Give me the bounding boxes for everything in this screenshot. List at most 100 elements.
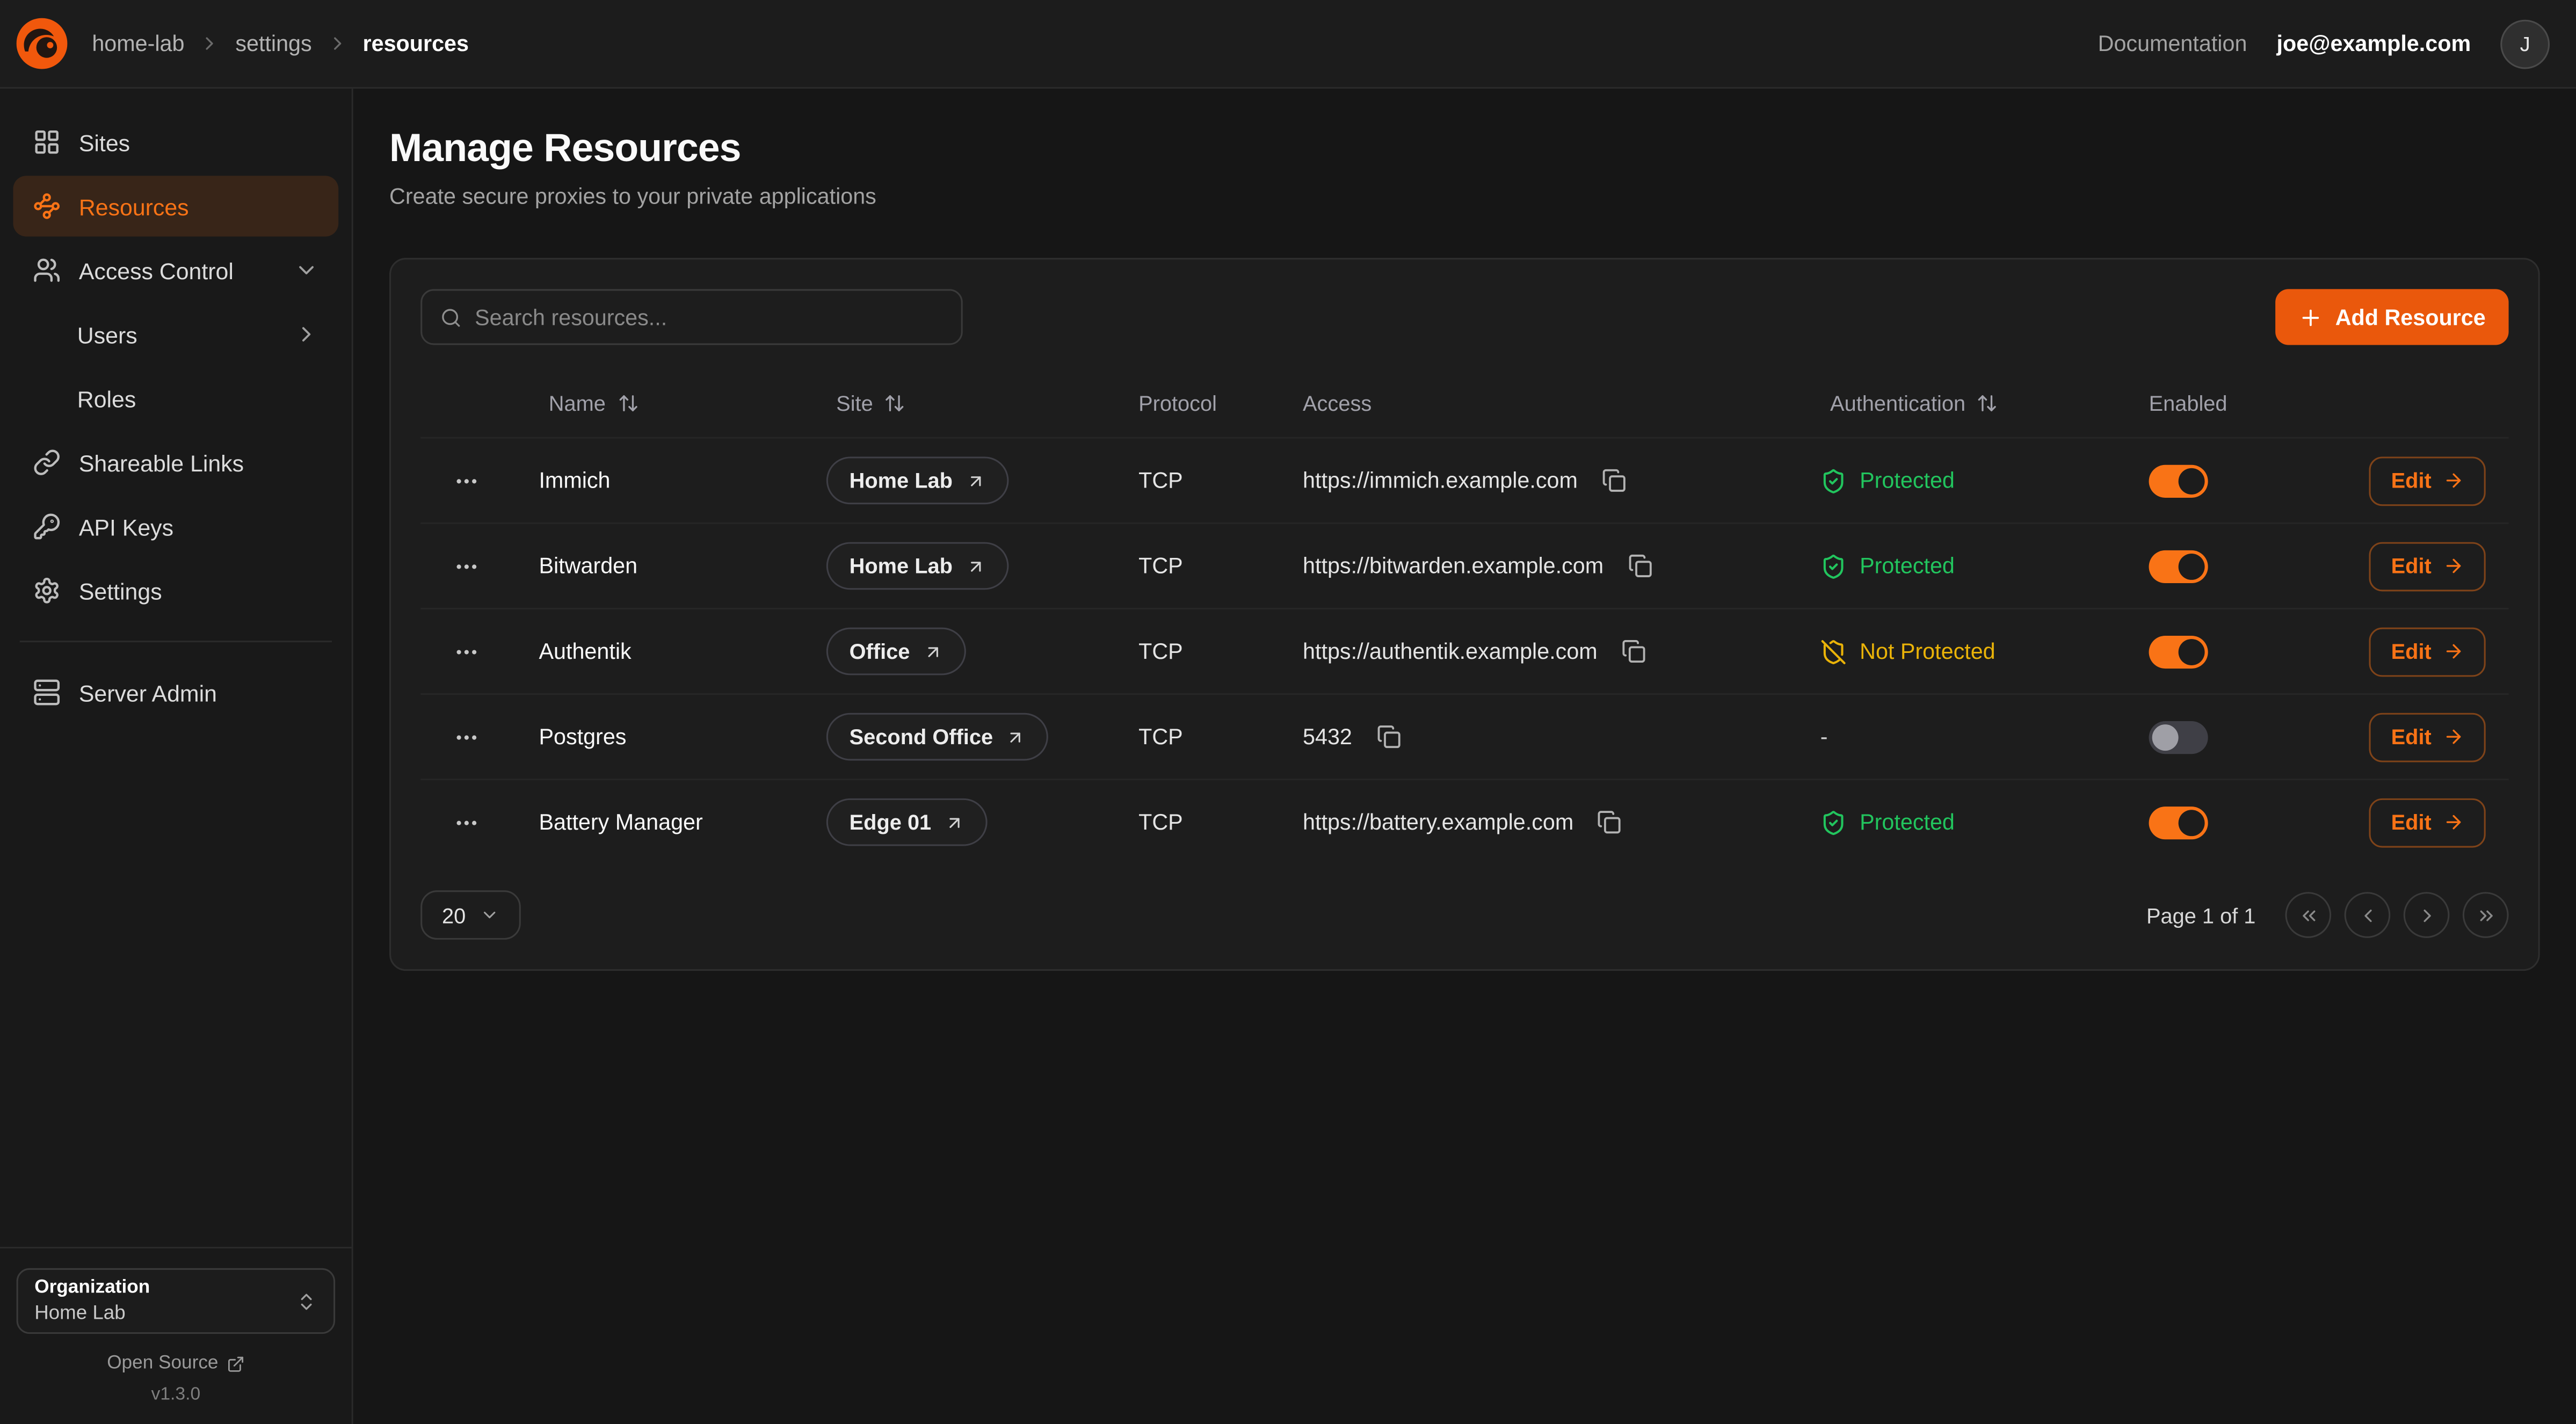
edit-button[interactable]: Edit bbox=[2370, 456, 2486, 505]
auth-status: - bbox=[1794, 724, 2123, 749]
sort-site-button[interactable]: Site bbox=[823, 383, 919, 421]
documentation-link[interactable]: Documentation bbox=[2098, 31, 2247, 56]
table-row: Battery Manager Edge 01 TCP https://batt… bbox=[420, 779, 2508, 864]
enabled-toggle[interactable] bbox=[2149, 806, 2208, 839]
breadcrumb-settings[interactable]: settings bbox=[235, 31, 311, 56]
arrow-right-icon bbox=[2443, 726, 2464, 747]
first-page-button[interactable] bbox=[2285, 892, 2331, 938]
site-link-button[interactable]: Home Lab bbox=[826, 542, 1008, 590]
chevron-right-icon bbox=[2416, 904, 2437, 926]
arrow-up-right-icon bbox=[923, 642, 943, 662]
edit-label: Edit bbox=[2391, 468, 2432, 493]
sidebar-item-label: Roles bbox=[77, 385, 136, 411]
site-name: Home Lab bbox=[850, 468, 953, 493]
site-link-button[interactable]: Home Lab bbox=[826, 456, 1008, 504]
edit-label: Edit bbox=[2391, 639, 2432, 664]
sidebar-item-access-control[interactable]: Access Control bbox=[13, 240, 338, 301]
key-icon bbox=[33, 513, 61, 541]
link-icon bbox=[33, 448, 61, 476]
arrow-right-icon bbox=[2443, 470, 2464, 491]
table-header: Name Site Protocol Access bbox=[420, 368, 2508, 437]
column-name-label: Name bbox=[549, 390, 606, 415]
sidebar-item-roles[interactable]: Roles bbox=[13, 368, 338, 428]
sort-authentication-button[interactable]: Authentication bbox=[1817, 383, 2012, 421]
sidebar-item-shareable-links[interactable]: Shareable Links bbox=[13, 432, 338, 493]
copy-button[interactable] bbox=[1620, 546, 1659, 585]
sidebar-item-server-admin[interactable]: Server Admin bbox=[13, 662, 338, 723]
edit-button[interactable]: Edit bbox=[2370, 712, 2486, 761]
app-shell: Sites Resources Access Control bbox=[0, 89, 2576, 1424]
edit-label: Edit bbox=[2391, 554, 2432, 578]
plus-icon bbox=[2299, 305, 2324, 330]
add-resource-label: Add Resource bbox=[2335, 305, 2486, 330]
row-actions-button[interactable] bbox=[444, 799, 490, 845]
pangolin-logo[interactable] bbox=[17, 18, 68, 69]
row-actions-button[interactable] bbox=[444, 714, 490, 760]
copy-button[interactable] bbox=[1590, 802, 1629, 841]
access-url: https://immich.example.com bbox=[1303, 468, 1578, 493]
row-actions-button[interactable] bbox=[444, 543, 490, 589]
column-site-label: Site bbox=[836, 390, 873, 415]
ellipsis-icon bbox=[453, 724, 480, 750]
copy-button[interactable] bbox=[1614, 631, 1653, 671]
auth-label: Protected bbox=[1860, 810, 1955, 834]
column-access-label: Access bbox=[1276, 390, 1794, 415]
table-row: Authentik Office TCP https://authentik.e… bbox=[420, 608, 2508, 693]
site-link-button[interactable]: Office bbox=[826, 628, 966, 675]
site-name: Edge 01 bbox=[850, 810, 932, 834]
avatar[interactable]: J bbox=[2500, 19, 2550, 68]
edit-button[interactable]: Edit bbox=[2370, 541, 2486, 591]
sort-name-button[interactable]: Name bbox=[535, 383, 651, 421]
enabled-toggle[interactable] bbox=[2149, 464, 2208, 497]
column-protocol-label: Protocol bbox=[1112, 390, 1276, 415]
enabled-toggle[interactable] bbox=[2149, 549, 2208, 582]
row-actions-button[interactable] bbox=[444, 457, 490, 504]
last-page-button[interactable] bbox=[2463, 892, 2509, 938]
auth-label: - bbox=[1820, 724, 1828, 749]
search-input[interactable] bbox=[475, 305, 943, 330]
resource-name: Authentik bbox=[513, 639, 800, 664]
page-title: Manage Resources bbox=[389, 127, 2540, 173]
edit-button[interactable]: Edit bbox=[2370, 797, 2486, 847]
copy-button[interactable] bbox=[1594, 461, 1633, 500]
sidebar-item-resources[interactable]: Resources bbox=[13, 176, 338, 236]
site-link-button[interactable]: Edge 01 bbox=[826, 798, 987, 846]
sidebar-item-api-keys[interactable]: API Keys bbox=[13, 496, 338, 557]
sidebar-item-settings[interactable]: Settings bbox=[13, 560, 338, 621]
protocol: TCP bbox=[1112, 554, 1276, 578]
open-source-link[interactable]: Open Source bbox=[107, 1354, 244, 1374]
sidebar-item-sites[interactable]: Sites bbox=[13, 112, 338, 172]
site-name: Office bbox=[850, 639, 910, 664]
enabled-toggle[interactable] bbox=[2149, 635, 2208, 667]
page-size-select[interactable]: 20 bbox=[420, 890, 521, 940]
sidebar-item-label: Shareable Links bbox=[79, 449, 244, 476]
user-email[interactable]: joe@example.com bbox=[2277, 31, 2471, 56]
breadcrumb-org[interactable]: home-lab bbox=[92, 31, 184, 56]
chevron-right-icon bbox=[199, 33, 221, 54]
sidebar-item-label: Settings bbox=[79, 577, 162, 604]
organization-selector[interactable]: Organization Home Lab bbox=[17, 1268, 336, 1334]
copy-button[interactable] bbox=[1369, 717, 1408, 756]
organization-label: Organization bbox=[34, 1278, 150, 1298]
row-actions-button[interactable] bbox=[444, 628, 490, 674]
edit-button[interactable]: Edit bbox=[2370, 627, 2486, 676]
waypoints-icon bbox=[33, 192, 61, 220]
access-port: 5432 bbox=[1303, 724, 1352, 749]
ellipsis-icon bbox=[453, 467, 480, 493]
organization-texts: Organization Home Lab bbox=[34, 1278, 150, 1324]
enabled-toggle[interactable] bbox=[2149, 721, 2208, 753]
search-box bbox=[420, 289, 963, 345]
column-authentication-label: Authentication bbox=[1830, 390, 1965, 415]
breadcrumb-current: resources bbox=[363, 31, 469, 56]
previous-page-button[interactable] bbox=[2345, 892, 2391, 938]
chevron-down-icon bbox=[294, 258, 319, 282]
edit-label: Edit bbox=[2391, 724, 2432, 749]
site-link-button[interactable]: Second Office bbox=[826, 713, 1049, 761]
add-resource-button[interactable]: Add Resource bbox=[2276, 289, 2509, 345]
toggle-knob bbox=[2179, 809, 2205, 835]
copy-icon bbox=[1601, 468, 1626, 493]
sidebar-item-users[interactable]: Users bbox=[13, 304, 338, 365]
site-name: Home Lab bbox=[850, 554, 953, 578]
next-page-button[interactable] bbox=[2404, 892, 2450, 938]
grid-icon bbox=[33, 128, 61, 156]
